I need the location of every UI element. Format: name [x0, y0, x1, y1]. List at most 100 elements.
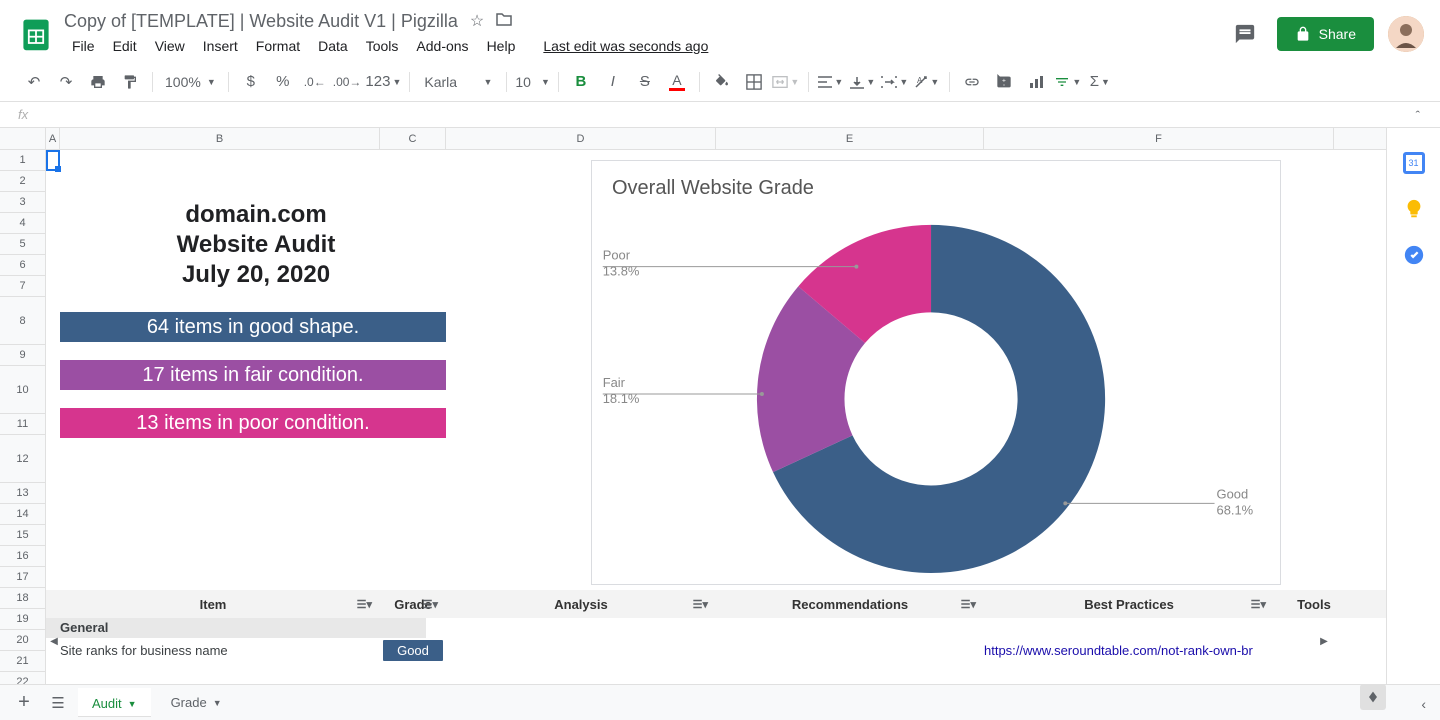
th-grade[interactable]: Grade☰▾	[380, 590, 446, 618]
row-header[interactable]: 18	[0, 588, 45, 609]
row-header[interactable]: 21	[0, 651, 45, 672]
row-header[interactable]: 8	[0, 297, 45, 345]
explore-button[interactable]	[1360, 684, 1386, 710]
share-button[interactable]: Share	[1277, 17, 1374, 51]
functions-button[interactable]: Σ▼	[1086, 68, 1114, 96]
halign-button[interactable]: ▼	[817, 68, 845, 96]
filter-icon[interactable]: ☰▾	[357, 598, 372, 611]
scroll-left-icon[interactable]: ◀	[46, 634, 62, 648]
strike-button[interactable]: S	[631, 68, 659, 96]
zoom-dropdown[interactable]: 100%▼	[161, 68, 220, 96]
text-color-button[interactable]: A	[663, 68, 691, 96]
col-header[interactable]: F	[984, 128, 1334, 149]
fill-color-button[interactable]	[708, 68, 736, 96]
menu-data[interactable]: Data	[310, 34, 356, 58]
paint-format-button[interactable]	[116, 68, 144, 96]
col-header[interactable]: C	[380, 128, 446, 149]
row-header[interactable]: 17	[0, 567, 45, 588]
row-header[interactable]: 7	[0, 276, 45, 297]
decrease-decimal-button[interactable]: .0←	[301, 68, 329, 96]
filter-icon[interactable]: ☰▾	[423, 598, 438, 611]
all-sheets-button[interactable]: ☰	[44, 689, 72, 717]
th-bp[interactable]: Best Practices☰▾	[984, 590, 1274, 618]
row-header[interactable]: 19	[0, 609, 45, 630]
menu-view[interactable]: View	[147, 34, 193, 58]
last-edit-link[interactable]: Last edit was seconds ago	[535, 34, 716, 58]
filter-icon[interactable]: ☰▾	[1251, 598, 1266, 611]
row-header[interactable]: 22	[0, 672, 45, 684]
row-header[interactable]: 4	[0, 213, 45, 234]
row-header[interactable]: 1	[0, 150, 45, 171]
row-header[interactable]: 11	[0, 414, 45, 435]
undo-button[interactable]: ↶	[20, 68, 48, 96]
spreadsheet-grid[interactable]: A B C D E F 1234567891011121314151617181…	[0, 128, 1386, 684]
th-tools[interactable]: Tools	[1274, 590, 1354, 618]
font-size-dropdown[interactable]: 10▼	[515, 68, 550, 96]
col-header[interactable]: E	[716, 128, 984, 149]
number-format-dropdown[interactable]: 123▼	[365, 68, 401, 96]
font-family-dropdown[interactable]: Karla▼	[418, 68, 498, 96]
calendar-icon[interactable]: 31	[1403, 152, 1425, 174]
row-header[interactable]: 6	[0, 255, 45, 276]
row-header[interactable]: 5	[0, 234, 45, 255]
chart-button[interactable]	[1022, 68, 1050, 96]
formula-bar[interactable]: fx	[0, 102, 1440, 128]
th-reco[interactable]: Recommendations☰▾	[716, 590, 984, 618]
add-sheet-button[interactable]: +	[10, 689, 38, 717]
menu-addons[interactable]: Add-ons	[408, 34, 476, 58]
currency-button[interactable]: $	[237, 68, 265, 96]
wrap-button[interactable]: ▼	[881, 68, 909, 96]
row-header[interactable]: 15	[0, 525, 45, 546]
print-button[interactable]	[84, 68, 112, 96]
rotate-button[interactable]: A▼	[913, 68, 941, 96]
tab-audit[interactable]: Audit▼	[78, 688, 151, 717]
row-header[interactable]: 16	[0, 546, 45, 567]
link-button[interactable]	[958, 68, 986, 96]
menu-insert[interactable]: Insert	[195, 34, 246, 58]
comments-icon[interactable]	[1227, 16, 1263, 52]
show-side-panel-icon[interactable]: ‹	[1421, 696, 1426, 712]
filter-icon[interactable]: ☰▾	[961, 598, 976, 611]
menu-edit[interactable]: Edit	[105, 34, 145, 58]
row-header[interactable]: 10	[0, 366, 45, 414]
col-header[interactable]: D	[446, 128, 716, 149]
menu-format[interactable]: Format	[248, 34, 308, 58]
valign-button[interactable]: ▼	[849, 68, 877, 96]
bold-button[interactable]: B	[567, 68, 595, 96]
row-header[interactable]: 3	[0, 192, 45, 213]
th-analysis[interactable]: Analysis☰▾	[446, 590, 716, 618]
col-header[interactable]: B	[60, 128, 380, 149]
sheets-logo-icon[interactable]	[16, 14, 56, 54]
donut-chart[interactable]: Overall Website Grade Poor 13.8% Fair 18…	[591, 160, 1281, 585]
document-title[interactable]: Copy of [TEMPLATE] | Website Audit V1 | …	[64, 11, 458, 32]
merge-button[interactable]: ▼	[772, 68, 800, 96]
increase-decimal-button[interactable]: .00→	[333, 68, 362, 96]
italic-button[interactable]: I	[599, 68, 627, 96]
filter-icon[interactable]: ☰▾	[693, 598, 708, 611]
row-header[interactable]: 20	[0, 630, 45, 651]
row-header[interactable]: 2	[0, 171, 45, 192]
menu-file[interactable]: File	[64, 34, 103, 58]
select-all-corner[interactable]	[0, 128, 46, 149]
row-header[interactable]: 13	[0, 483, 45, 504]
tasks-icon[interactable]	[1403, 244, 1425, 266]
col-header[interactable]: A	[46, 128, 60, 149]
menu-tools[interactable]: Tools	[358, 34, 407, 58]
keep-icon[interactable]	[1403, 198, 1425, 220]
star-icon[interactable]: ☆	[470, 11, 484, 31]
redo-button[interactable]: ↷	[52, 68, 80, 96]
th-item[interactable]: Item☰▾	[46, 590, 380, 618]
scroll-right-icon[interactable]: ▶	[1316, 634, 1332, 648]
percent-button[interactable]: %	[269, 68, 297, 96]
row-header[interactable]: 14	[0, 504, 45, 525]
horizontal-scrollbar[interactable]: ◀ ▶	[46, 634, 1332, 648]
move-folder-icon[interactable]	[496, 12, 512, 31]
borders-button[interactable]	[740, 68, 768, 96]
avatar[interactable]	[1388, 16, 1424, 52]
tab-grade[interactable]: Grade▼	[157, 689, 236, 716]
row-header[interactable]: 9	[0, 345, 45, 366]
row-header[interactable]: 12	[0, 435, 45, 483]
comment-button[interactable]: +	[990, 68, 1018, 96]
filter-button[interactable]: ▼	[1054, 68, 1082, 96]
collapse-toolbar-icon[interactable]: ˆ	[1416, 108, 1420, 123]
